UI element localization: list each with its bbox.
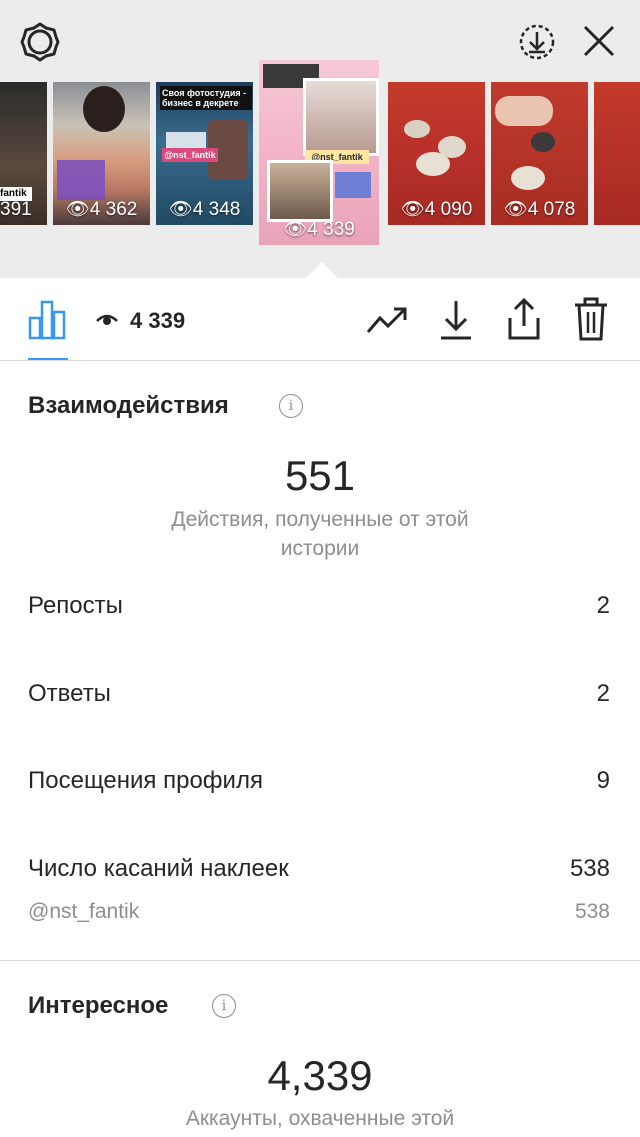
story-text-block bbox=[57, 160, 105, 200]
interactions-total-desc: Действия, полученные от этой истории bbox=[171, 508, 469, 560]
stats-toolbar: 4 339 bbox=[0, 278, 640, 361]
story-photo bbox=[267, 160, 333, 222]
story-photo bbox=[83, 86, 125, 132]
story-thumbnail-selected[interactable]: @nst_fantik 👁4 339 bbox=[259, 60, 379, 245]
discovery-total-desc: Аккаунты, охваченные этой bbox=[185, 1107, 455, 1130]
delete-icon[interactable] bbox=[572, 296, 610, 342]
story-photo bbox=[531, 132, 555, 152]
story-views: 👁4 078 bbox=[503, 199, 576, 220]
interactions-title: Взаимодействия bbox=[28, 392, 229, 419]
story-photo bbox=[404, 120, 430, 138]
share-icon[interactable] bbox=[504, 296, 544, 342]
row-value-profile-visits: 9 bbox=[596, 767, 610, 794]
sticker-mention-label[interactable]: @nst_fantik bbox=[28, 900, 139, 924]
settings-icon[interactable] bbox=[20, 22, 60, 62]
story-views: 👁4 362 bbox=[65, 199, 138, 220]
story-thumbnail[interactable] bbox=[594, 82, 640, 225]
story-views: 👁4 339 bbox=[283, 219, 355, 240]
story-views: 391 bbox=[0, 199, 32, 220]
story-carousel: fantik 391 👁4 362 Своя фотостудия - бизн… bbox=[0, 0, 640, 278]
row-value-replies: 2 bbox=[596, 680, 610, 707]
story-photo bbox=[495, 96, 553, 126]
views-count: 4 339 bbox=[130, 308, 186, 333]
active-tab-indicator bbox=[28, 358, 68, 360]
eye-icon: 👁 bbox=[168, 199, 193, 220]
story-thumbnail[interactable]: 👁4 090 bbox=[388, 82, 485, 225]
promote-icon[interactable] bbox=[366, 304, 408, 338]
eye-icon: 👁 bbox=[65, 199, 90, 220]
info-icon[interactable]: i bbox=[279, 394, 303, 418]
insights-chart-icon[interactable] bbox=[28, 300, 68, 340]
eye-icon bbox=[96, 312, 118, 328]
story-title: Своя фотостудия - бизнес в декрете bbox=[160, 86, 252, 110]
story-views: 👁4 348 bbox=[168, 199, 241, 220]
section-divider bbox=[0, 960, 640, 961]
row-value-reposts: 2 bbox=[596, 592, 610, 619]
story-thumbnail[interactable]: Своя фотостудия - бизнес в декрете @nst_… bbox=[156, 82, 253, 225]
story-mention-sticker: @nst_fantik bbox=[162, 148, 218, 162]
story-text-block bbox=[335, 172, 371, 198]
sticker-mention-value: 538 bbox=[574, 900, 610, 923]
discovery-total: 4,339 bbox=[267, 1052, 373, 1099]
row-value-sticker-taps: 538 bbox=[569, 855, 610, 882]
story-photo bbox=[511, 166, 545, 190]
download-icon[interactable] bbox=[438, 298, 474, 342]
eye-icon: 👁 bbox=[283, 219, 308, 240]
row-label-sticker-taps: Число касаний наклеек bbox=[28, 855, 289, 882]
row-label-reposts: Репосты bbox=[28, 592, 123, 619]
info-icon[interactable]: i bbox=[212, 994, 236, 1018]
story-photo bbox=[416, 152, 450, 176]
row-label-profile-visits: Посещения профиля bbox=[28, 767, 263, 794]
interactions-total: 551 bbox=[284, 452, 356, 499]
save-story-icon[interactable] bbox=[517, 22, 557, 62]
story-thumbnail[interactable]: 👁4 362 bbox=[53, 82, 150, 225]
story-thumbnail[interactable]: fantik 391 bbox=[0, 82, 47, 225]
story-thumbnail[interactable]: 👁4 078 bbox=[491, 82, 588, 225]
close-icon[interactable] bbox=[582, 24, 616, 58]
row-label-replies: Ответы bbox=[28, 680, 111, 707]
eye-icon: 👁 bbox=[400, 199, 425, 220]
selected-story-pointer bbox=[306, 262, 338, 278]
story-views: 👁4 090 bbox=[400, 199, 473, 220]
story-photo bbox=[303, 78, 379, 156]
discovery-title: Интересное bbox=[28, 992, 169, 1019]
eye-icon: 👁 bbox=[503, 199, 528, 220]
